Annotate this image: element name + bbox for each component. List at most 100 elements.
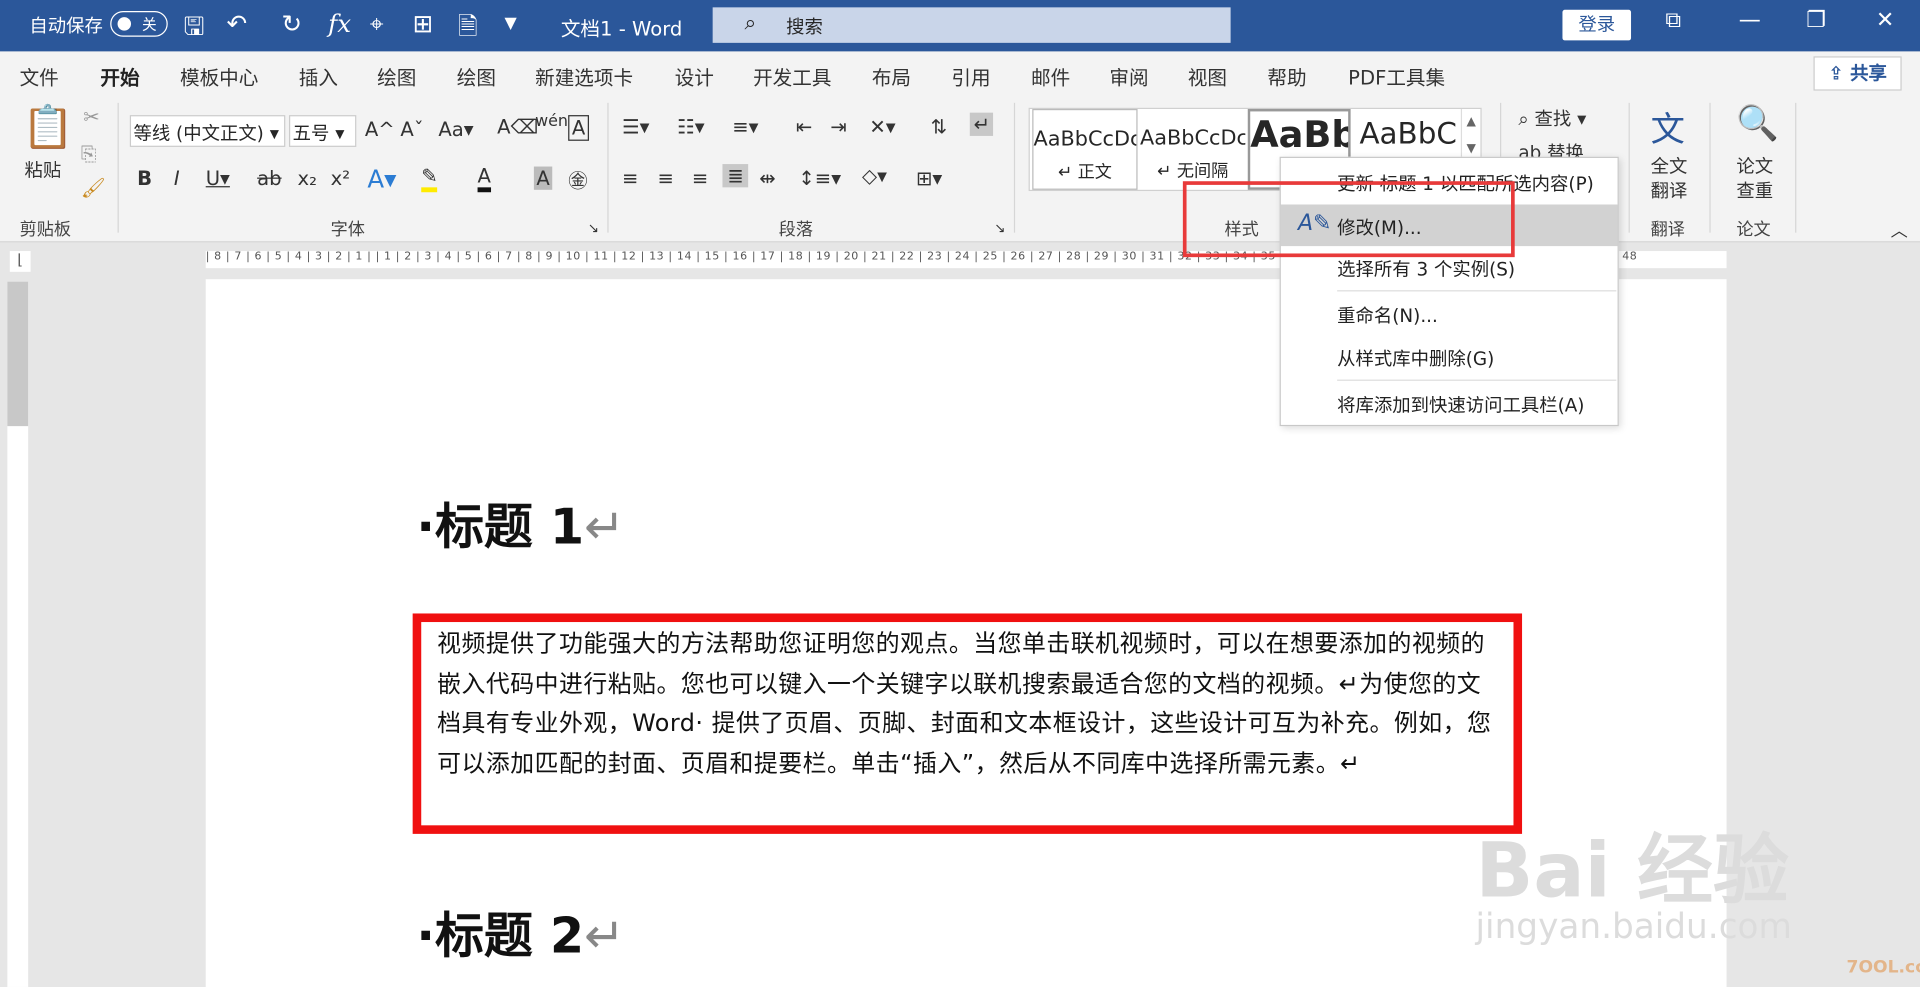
search-box[interactable]: ⌕ 搜索 xyxy=(712,7,1231,43)
copy-icon[interactable]: ⎘ xyxy=(81,142,97,166)
customize-qa-icon[interactable]: ▼ xyxy=(504,15,516,33)
translate-group-label: 翻译 xyxy=(1650,220,1685,241)
menu-add-to-quick-access[interactable]: 将库添加到快速访问工具栏(A) xyxy=(1281,382,1618,424)
underline-icon[interactable]: U▾ xyxy=(206,167,230,190)
search-placeholder: 搜索 xyxy=(786,15,823,38)
share-button[interactable]: ⇪ 共享 xyxy=(1813,56,1902,91)
strikethrough-icon[interactable]: ab xyxy=(257,167,281,190)
document-title: 文档1 - Word xyxy=(560,17,683,41)
tab-draw[interactable]: 绘图 xyxy=(377,61,416,90)
decrease-indent-icon[interactable]: ⇤ xyxy=(796,115,812,138)
minimize-icon[interactable]: — xyxy=(1739,7,1761,33)
tab-pdf-tools[interactable]: PDF工具集 xyxy=(1348,61,1445,90)
char-shading-icon[interactable]: A xyxy=(533,166,553,190)
chinese-layout-icon[interactable]: ✕▾ xyxy=(869,115,895,138)
tab-references[interactable]: 引用 xyxy=(951,61,990,90)
heading-2[interactable]: ·标题 2↵ xyxy=(416,896,625,967)
align-right-icon[interactable]: ≡ xyxy=(692,167,708,190)
distributed-icon[interactable]: ⇹ xyxy=(759,167,775,190)
enclose-char-icon[interactable]: ㊎ xyxy=(568,164,588,193)
redo-icon[interactable]: ↻ xyxy=(282,9,303,38)
highlight-icon[interactable]: ✎ xyxy=(421,164,438,193)
style-heading-1-sample: AaBb xyxy=(1250,113,1351,157)
search-icon: ⌕ xyxy=(744,11,757,36)
shading-icon[interactable]: ◇▾ xyxy=(862,164,887,187)
justify-icon[interactable]: ≣ xyxy=(722,164,749,188)
font-name-select[interactable]: 等线 (中文正文) ▾ xyxy=(129,115,286,147)
increase-indent-icon[interactable]: ⇥ xyxy=(830,115,846,138)
clipboard-group-label: 剪贴板 xyxy=(19,220,72,241)
document-icon[interactable]: 🗎 xyxy=(458,9,478,51)
tab-mailings[interactable]: 邮件 xyxy=(1031,61,1070,90)
undo-icon[interactable]: ↶ xyxy=(227,9,248,38)
collapse-ribbon-icon[interactable]: ︿ xyxy=(1891,218,1908,242)
tab-template-center[interactable]: 模板中心 xyxy=(180,61,258,90)
cut-icon[interactable]: ✂ xyxy=(83,105,99,128)
tab-layout[interactable]: 布局 xyxy=(872,61,911,90)
multilevel-list-icon[interactable]: ≡▾ xyxy=(732,115,758,138)
shrink-font-icon[interactable]: Aˇ xyxy=(400,118,423,141)
paste-icon[interactable]: 📋 xyxy=(22,103,74,152)
org-chart-icon[interactable]: ⊞ xyxy=(413,9,434,38)
bold-icon[interactable]: B xyxy=(137,167,152,190)
align-left-icon[interactable]: ≡ xyxy=(622,167,638,190)
bullets-icon[interactable]: ☰▾ xyxy=(622,115,649,138)
text-effects-icon[interactable]: A▾ xyxy=(367,164,396,193)
borders-icon[interactable]: ⊞▾ xyxy=(916,167,942,190)
autosave-toggle[interactable]: 关 xyxy=(110,11,168,37)
phonetic-guide-icon[interactable]: wén xyxy=(535,113,568,131)
tab-design[interactable]: 设计 xyxy=(675,61,714,90)
char-border-icon[interactable]: A xyxy=(568,115,589,141)
tab-help[interactable]: 帮助 xyxy=(1267,61,1306,90)
style-no-spacing[interactable]: AaBbCcDc ↵ 无间隔 xyxy=(1140,109,1245,190)
tab-file[interactable]: 文件 xyxy=(20,61,59,90)
tab-developer[interactable]: 开发工具 xyxy=(753,61,831,90)
tab-draw-2[interactable]: 绘图 xyxy=(457,61,496,90)
menu-rename[interactable]: 重命名(N)... xyxy=(1281,293,1618,335)
vertical-ruler[interactable] xyxy=(7,281,29,987)
clear-format-icon[interactable]: A⌫ xyxy=(497,115,538,138)
grow-font-icon[interactable]: A^ xyxy=(365,118,395,141)
tab-selector-icon[interactable]: ⌊ xyxy=(9,251,31,272)
save-icon[interactable]: 🖫 xyxy=(184,9,205,51)
style-heading-2-sample: AaBbC xyxy=(1359,116,1457,151)
tab-review[interactable]: 审阅 xyxy=(1109,61,1148,90)
align-center-icon[interactable]: ≡ xyxy=(658,167,674,190)
tab-view[interactable]: 视图 xyxy=(1188,61,1227,90)
sort-icon[interactable]: ⇅ xyxy=(931,115,947,138)
paste-button[interactable]: 粘贴 xyxy=(24,157,61,183)
line-spacing-icon[interactable]: ↕≡▾ xyxy=(798,167,841,190)
close-icon[interactable]: ✕ xyxy=(1876,7,1894,33)
find-button[interactable]: ⌕ 查找 ▾ xyxy=(1518,105,1586,131)
tab-home[interactable]: 开始 xyxy=(100,61,140,101)
paper-check-icon[interactable]: 🔍 xyxy=(1736,103,1779,143)
font-color-icon[interactable]: A xyxy=(477,164,491,193)
formula-icon[interactable]: fx xyxy=(328,9,351,38)
login-button[interactable]: 登录 xyxy=(1562,9,1632,41)
tab-new-tab[interactable]: 新建选项卡 xyxy=(535,61,633,90)
font-size-select[interactable]: 五号 ▾ xyxy=(288,115,357,147)
format-painter-icon[interactable]: 🖌 xyxy=(81,176,106,199)
subscript-icon[interactable]: x₂ xyxy=(298,167,317,190)
italic-icon[interactable]: I xyxy=(174,167,180,190)
show-marks-icon[interactable]: ↵ xyxy=(969,112,994,136)
full-translate-button[interactable]: 全文翻译 xyxy=(1651,154,1688,203)
heading-1[interactable]: ·标题 1↵ xyxy=(416,487,625,558)
paper-group-label: 论文 xyxy=(1736,220,1771,241)
tab-insert[interactable]: 插入 xyxy=(299,61,338,90)
change-case-icon[interactable]: Aa▾ xyxy=(438,118,473,141)
font-dialog-icon[interactable]: ↘ xyxy=(588,220,599,236)
select-icon[interactable]: ⌖ xyxy=(370,9,384,38)
paragraph-group-label: 段落 xyxy=(778,220,814,241)
menu-rename-label: 重命名(N)... xyxy=(1337,304,1438,327)
superscript-icon[interactable]: x² xyxy=(331,167,350,190)
numbering-icon[interactable]: ☷▾ xyxy=(677,115,704,138)
translate-icon[interactable]: 文 xyxy=(1651,103,1685,152)
menu-add-qa-label: 将库添加到快速访问工具栏(A) xyxy=(1337,394,1585,417)
paragraph-dialog-icon[interactable]: ↘ xyxy=(994,220,1005,236)
style-normal[interactable]: AaBbCcDc ↵ 正文 xyxy=(1032,108,1138,190)
paper-check-button[interactable]: 论文查重 xyxy=(1736,154,1773,203)
menu-remove-from-gallery[interactable]: 从样式库中删除(G) xyxy=(1281,336,1618,378)
ribbon-display-icon[interactable]: ⧉ xyxy=(1665,7,1681,33)
restore-icon[interactable]: ❐ xyxy=(1806,7,1826,33)
